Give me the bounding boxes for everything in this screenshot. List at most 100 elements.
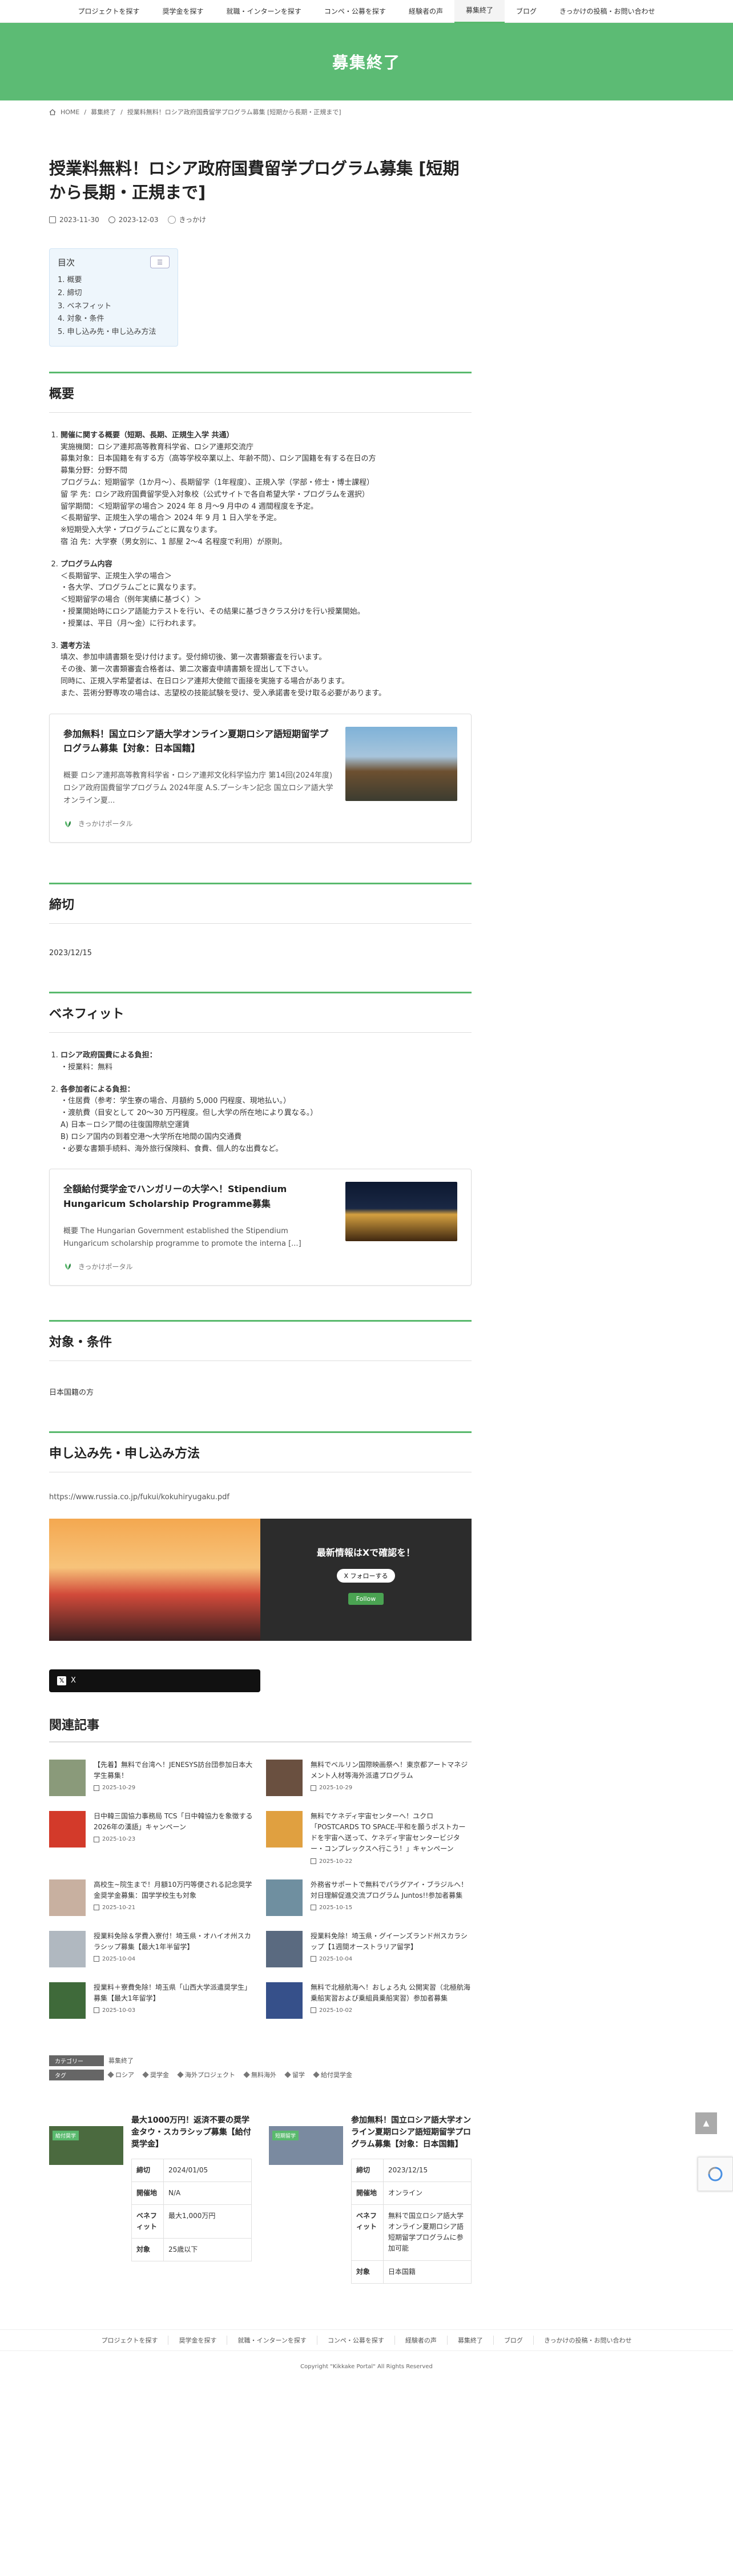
toc-item[interactable]: 3. ベネフィット <box>58 300 170 313</box>
list-item-lead: 選考方法 <box>61 641 91 650</box>
featured-title[interactable]: 最大1000万円！返済不要の奨学金タウ・スカラシップ募集【給付奨学金】 <box>131 2115 252 2151</box>
category-link[interactable]: 募集終了 <box>108 2056 134 2065</box>
nav-item[interactable]: ブログ <box>505 0 548 23</box>
related-thumbnail[interactable] <box>49 1982 86 2019</box>
card-title[interactable]: 参加無料！国立ロシア語大学オンライン夏期ロシア語短期留学プログラム募集【対象：日… <box>63 727 334 756</box>
calendar-icon <box>94 1836 99 1842</box>
related-thumbnail[interactable] <box>49 1879 86 1916</box>
nav-item[interactable]: コンペ・公募を探す <box>313 0 397 23</box>
related-title[interactable]: 無料で北極航海へ！おしょろ丸 公開実習（北極航海乗船実習および乗組員乗船実習）参… <box>311 1982 472 2004</box>
nav-item[interactable]: 経験者の声 <box>397 0 454 23</box>
tag-link[interactable]: 留学 <box>284 2070 305 2079</box>
featured-thumbnail[interactable]: 給付奨学 <box>49 2126 123 2165</box>
footer-nav-item[interactable]: 経験者の声 <box>394 2335 447 2345</box>
related-title[interactable]: 無料でケネディ宇宙センターへ！ユクロ「POSTCARDS TO SPACE-平和… <box>311 1811 472 1855</box>
related-thumbnail[interactable] <box>49 1810 86 1848</box>
related-thumbnail[interactable] <box>266 1810 303 1848</box>
nav-item[interactable]: 就職・インターンを探す <box>215 0 313 23</box>
apply-link[interactable]: https://www.russia.co.jp/fukui/kokuhiryu… <box>49 1472 472 1502</box>
related-title[interactable]: 授業料＋寮費免除！埼玉県「山西大学派遣奨学生」募集【最大1年留学】 <box>94 1982 255 2004</box>
author-link[interactable]: きっかけ <box>179 215 207 224</box>
related-title[interactable]: 日中韓三国協力事務局 TCS「日中韓協力を象徴する2026年の漢語」キャンペーン <box>94 1811 255 1833</box>
calendar-icon <box>311 1785 316 1791</box>
related-item[interactable]: 日中韓三国協力事務局 TCS「日中韓協力を象徴する2026年の漢語」キャンペーン… <box>49 1810 255 1865</box>
card-thumbnail[interactable] <box>345 726 457 801</box>
breadcrumb-category[interactable]: 募集終了 <box>91 107 116 116</box>
list-item-line: A) 日本－ロシア間の往復国際航空運賃 <box>61 1121 190 1130</box>
related-item[interactable]: 無料でベルリン国際映画祭へ！東京都アートマネジメント人材等海外派遣プログラム 20… <box>266 1759 472 1796</box>
featured-card[interactable]: 短期留学 参加無料！国立ロシア語大学オンライン夏期ロシア語短期留学プログラム募集【… <box>269 2115 472 2284</box>
related-title[interactable]: 外務省サポートで無料でパラグアイ・ブラジルへ！対日理解促進交流プログラム Jun… <box>311 1879 472 1901</box>
related-thumbnail[interactable] <box>49 1759 86 1796</box>
footer-nav-item[interactable]: コンペ・公募を探す <box>316 2335 394 2345</box>
tag-link[interactable]: 無料海外 <box>243 2070 276 2079</box>
featured-title[interactable]: 参加無料！国立ロシア語大学オンライン夏期ロシア語短期留学プログラム募集【対象：日… <box>351 2115 472 2151</box>
overview-body: 開催に関する概要（短期、長期、正規生入学 共通） 実施機関：ロシア連邦高等教育科学… <box>49 413 472 700</box>
related-title[interactable]: 高校生~院生まで！月額10万円等便される記念奨学金奨学金募集：国学学校生も対象 <box>94 1879 255 1901</box>
related-title[interactable]: 無料でベルリン国際映画祭へ！東京都アートマネジメント人材等海外派遣プログラム <box>311 1760 472 1781</box>
nav-item[interactable]: 奨学金を探す <box>151 0 215 23</box>
related-thumbnail[interactable] <box>266 1930 303 1967</box>
related-item[interactable]: 高校生~院生まで！月額10万円等便される記念奨学金奨学金募集：国学学校生も対象 2… <box>49 1879 255 1916</box>
footer-nav-item[interactable]: ブログ <box>493 2335 533 2345</box>
tag-link[interactable]: 給付奨学金 <box>313 2070 352 2079</box>
related-item[interactable]: 無料で北極航海へ！おしょろ丸 公開実習（北極航海乗船実習および乗組員乗船実習）参… <box>266 1982 472 2019</box>
x-share-button[interactable]: 𝕏 X <box>49 1669 260 1692</box>
footer-nav-item[interactable]: 就職・インターンを探す <box>227 2335 316 2345</box>
calendar-icon <box>311 1956 316 1962</box>
related-item[interactable]: 【先着】無料で台湾へ！JENESYS訪台団参加日本大学生募集！ 2025-10-2… <box>49 1759 255 1796</box>
breadcrumb-separator: / <box>84 108 87 116</box>
related-card[interactable]: 全額給付奨学金でハンガリーの大学へ！Stipendium Hungaricum … <box>49 1169 472 1286</box>
related-thumbnail[interactable] <box>266 1879 303 1916</box>
related-card[interactable]: 参加無料！国立ロシア語大学オンライン夏期ロシア語短期留学プログラム募集【対象：日… <box>49 713 472 843</box>
toc-item[interactable]: 2. 締切 <box>58 287 170 300</box>
related-item[interactable]: 授業料免除！埼玉県・グイーンズランド州スカラシップ【1週間オーストラリア留学】 2… <box>266 1930 472 1967</box>
related-title[interactable]: 【先着】無料で台湾へ！JENESYS訪台団参加日本大学生募集！ <box>94 1760 255 1781</box>
list-item-line: その後、第一次書類審査合格者は、第二次審査申請書類を提出して下さい。 <box>61 665 313 674</box>
related-thumbnail[interactable] <box>266 1759 303 1796</box>
x-follow-button[interactable]: X フォローする <box>337 1568 395 1583</box>
list-item-lead: 各参加者による負担： <box>61 1085 135 1094</box>
related-item[interactable]: 授業料免除＆学費入寮付！埼玉県・オハイオ州スカラシップ募集【最大1年半留学】 20… <box>49 1930 255 1967</box>
footer-nav-item[interactable]: きっかけの投稿・お問い合わせ <box>533 2335 642 2345</box>
related-thumbnail[interactable] <box>266 1982 303 2019</box>
tag-link[interactable]: 海外プロジェクト <box>177 2070 235 2079</box>
nav-item[interactable]: 募集終了 <box>454 0 505 23</box>
table-key: 対象 <box>131 2238 164 2262</box>
taxonomy: カテゴリー 募集終了 タグ ロシア 奨学金 海外プロジェクト 無料海外 留学 給付奨学金 <box>49 2055 472 2080</box>
follow-button[interactable]: Follow <box>348 1592 384 1605</box>
list-item: 開催に関する概要（短期、長期、正規生入学 共通） 実施機関：ロシア連邦高等教育科学… <box>61 430 472 549</box>
featured-card[interactable]: 給付奨学 最大1000万円！返済不要の奨学金タウ・スカラシップ募集【給付奨学金】締… <box>49 2115 252 2284</box>
toc-item[interactable]: 1. 概要 <box>58 274 170 287</box>
list-item-line: ＜長期留学、正規生入学の場合＞ 2024 年 9 月 1 日入学を予定。 <box>61 514 281 523</box>
card-title[interactable]: 全額給付奨学金でハンガリーの大学へ！Stipendium Hungaricum … <box>63 1182 334 1211</box>
section-heading-overview: 概要 <box>49 371 472 413</box>
footer-nav-item[interactable]: 奨学金を探す <box>168 2335 227 2345</box>
related-thumbnail[interactable] <box>49 1930 86 1967</box>
related-date-text: 2025-10-29 <box>319 1785 353 1792</box>
featured-thumbnail[interactable]: 短期留学 <box>269 2126 343 2165</box>
tag-link[interactable]: 奨学金 <box>142 2070 169 2079</box>
tag-icon <box>107 2071 114 2078</box>
breadcrumb-home[interactable]: HOME <box>61 108 79 116</box>
table-row: 開催地 オンライン <box>351 2181 472 2205</box>
related-item[interactable]: 外務省サポートで無料でパラグアイ・ブラジルへ！対日理解促進交流プログラム Jun… <box>266 1879 472 1916</box>
card-thumbnail[interactable] <box>345 1182 457 1242</box>
list-item-line: ・各大学、プログラムごとに異なります。 <box>61 583 201 593</box>
footer-nav-item[interactable]: プロジェクトを探す <box>91 2336 168 2345</box>
back-to-top-button[interactable]: ▲ <box>695 2112 717 2134</box>
related-date: 2025-10-29 <box>311 1785 472 1791</box>
related-item[interactable]: 無料でケネディ宇宙センターへ！ユクロ「POSTCARDS TO SPACE-平和… <box>266 1810 472 1865</box>
related-item[interactable]: 授業料＋寮費免除！埼玉県「山西大学派遣奨学生」募集【最大1年留学】 2025-10… <box>49 1982 255 2019</box>
tag-link[interactable]: ロシア <box>107 2070 134 2079</box>
related-title[interactable]: 授業料免除！埼玉県・グイーンズランド州スカラシップ【1週間オーストラリア留学】 <box>311 1931 472 1953</box>
toc-item[interactable]: 5. 申し込み先・申し込み方法 <box>58 326 170 339</box>
table-row: 締切 2024/01/05 <box>131 2158 252 2182</box>
nav-item[interactable]: きっかけの投稿・お問い合わせ <box>548 0 667 23</box>
nav-item[interactable]: プロジェクトを探す <box>66 0 151 23</box>
related-title[interactable]: 授業料免除＆学費入寮付！埼玉県・オハイオ州スカラシップ募集【最大1年半留学】 <box>94 1931 255 1953</box>
toc-toggle-button[interactable]: ☰ <box>150 256 170 269</box>
footer-nav-item[interactable]: 募集終了 <box>446 2335 493 2345</box>
table-value: 最大1,000万円 <box>163 2204 252 2239</box>
toc-item[interactable]: 4. 対象・条件 <box>58 313 170 326</box>
